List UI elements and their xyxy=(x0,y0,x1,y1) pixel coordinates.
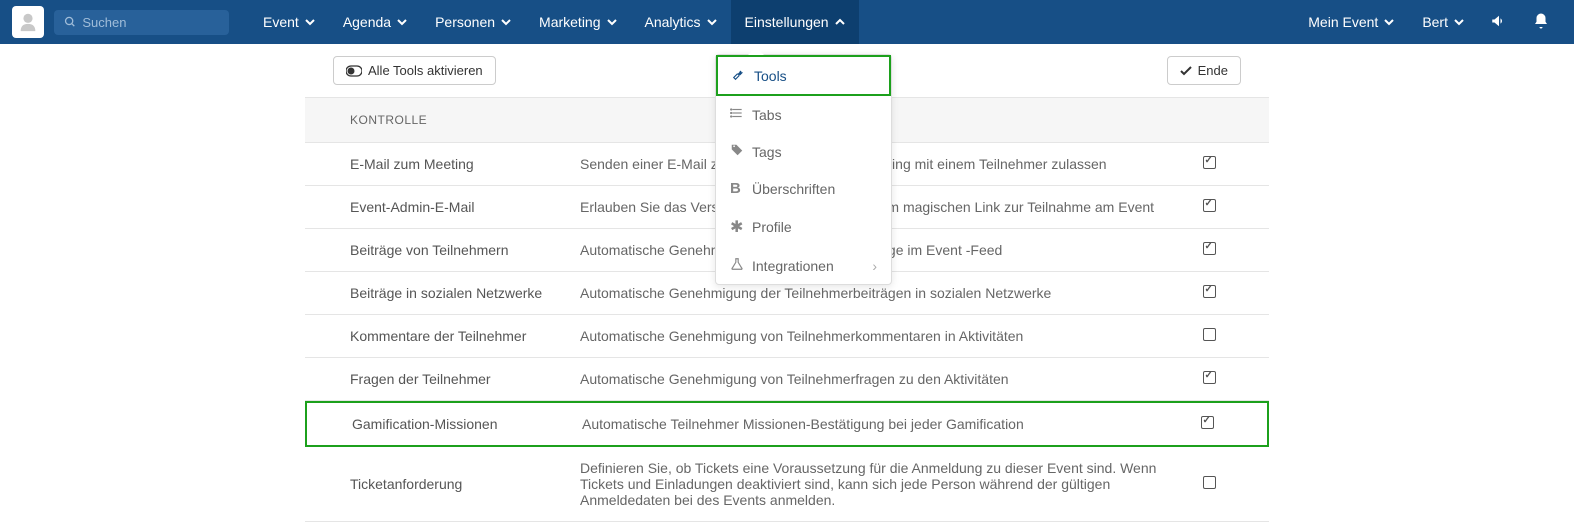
nav-items: Event Agenda Personen Marketing Analytic… xyxy=(249,0,859,44)
nav-marketing[interactable]: Marketing xyxy=(525,0,630,44)
chevron-right-icon: › xyxy=(872,258,877,274)
dropdown-label: Tools xyxy=(754,68,787,84)
row-check[interactable] xyxy=(1194,476,1224,492)
checkbox-checked-icon xyxy=(1203,242,1216,255)
asterisk-icon: ✱ xyxy=(730,217,752,237)
dropdown-label: Integrationen xyxy=(752,258,834,274)
search-icon xyxy=(64,15,76,29)
nav-agenda[interactable]: Agenda xyxy=(329,0,421,44)
row-check[interactable] xyxy=(1194,156,1224,172)
dropdown-item-profile[interactable]: ✱ Profile xyxy=(716,207,891,247)
dropdown-label: Profile xyxy=(752,219,792,235)
row-check[interactable] xyxy=(1194,199,1224,215)
nav-label: Marketing xyxy=(539,14,600,30)
table-row[interactable]: Kommentare der Teilnehmer Automatische G… xyxy=(305,315,1269,358)
row-name: Beiträge in sozialen Netzwerke xyxy=(350,285,580,301)
chevron-down-icon xyxy=(305,17,315,27)
chevron-down-icon xyxy=(607,17,617,27)
row-name: Kommentare der Teilnehmer xyxy=(350,328,580,344)
row-name: Event-Admin-E-Mail xyxy=(350,199,580,215)
row-desc: Definieren Sie, ob Tickets eine Vorausse… xyxy=(580,460,1194,508)
tag-icon xyxy=(730,143,752,160)
table-row-gamification[interactable]: Gamification-Missionen Automatische Teil… xyxy=(305,401,1269,447)
nav-label: Agenda xyxy=(343,14,391,30)
nav-mein-event[interactable]: Mein Event xyxy=(1294,0,1408,44)
chevron-down-icon xyxy=(501,17,511,27)
check-icon xyxy=(1180,65,1192,77)
nav-label: Analytics xyxy=(645,14,701,30)
row-name: Beiträge von Teilnehmern xyxy=(350,242,580,258)
flask-icon xyxy=(730,257,752,274)
row-name: Ticketanforderung xyxy=(350,476,580,492)
row-desc: Automatische Genehmigung von Teilnehmerf… xyxy=(580,371,1194,387)
bold-icon: B xyxy=(730,180,752,197)
app-logo[interactable] xyxy=(12,6,44,38)
dropdown-item-headings[interactable]: B Überschriften xyxy=(716,170,891,207)
nav-label: Event xyxy=(263,14,299,30)
row-desc: Automatische Genehmigung der Teilnehmerb… xyxy=(580,285,1194,301)
activate-all-button[interactable]: Alle Tools aktivieren xyxy=(333,56,496,85)
row-desc: Automatische Genehmigung von Teilnehmerk… xyxy=(580,328,1194,344)
logo-icon xyxy=(17,11,39,33)
search-input[interactable] xyxy=(82,15,219,30)
dropdown-item-tags[interactable]: Tags xyxy=(716,133,891,170)
chevron-down-icon xyxy=(397,17,407,27)
nav-right: Mein Event Bert xyxy=(1294,0,1562,44)
search-box[interactable] xyxy=(54,10,229,35)
nav-label: Einstellungen xyxy=(745,14,829,30)
dropdown-item-tabs[interactable]: Tabs xyxy=(716,96,891,133)
chevron-down-icon xyxy=(707,17,717,27)
bell-icon[interactable] xyxy=(1520,12,1562,33)
dropdown-label: Tabs xyxy=(752,107,782,123)
checkbox-checked-icon xyxy=(1203,371,1216,384)
table-row[interactable]: Ticketanforderung Definieren Sie, ob Tic… xyxy=(305,447,1269,522)
nav-label: Bert xyxy=(1422,14,1448,30)
megaphone-icon[interactable] xyxy=(1478,12,1520,33)
dropdown-item-tools[interactable]: Tools xyxy=(716,55,891,96)
nav-label: Mein Event xyxy=(1308,14,1378,30)
button-label: Alle Tools aktivieren xyxy=(368,63,483,78)
dropdown-item-integrations[interactable]: Integrationen › xyxy=(716,247,891,284)
row-check[interactable] xyxy=(1194,242,1224,258)
content: Alle Tools aktivieren Ende KONTROLLE E-M… xyxy=(0,44,1574,522)
nav-analytics[interactable]: Analytics xyxy=(631,0,731,44)
wrench-icon xyxy=(732,67,754,84)
row-check[interactable] xyxy=(1194,328,1224,344)
nav-einstellungen[interactable]: Einstellungen xyxy=(731,0,859,44)
dropdown-label: Überschriften xyxy=(752,181,835,197)
chevron-down-icon xyxy=(1454,17,1464,27)
section-title: KONTROLLE xyxy=(350,113,427,127)
row-desc: Automatische Teilnehmer Missionen-Bestät… xyxy=(582,416,1192,432)
nav-label: Personen xyxy=(435,14,495,30)
einstellungen-dropdown: Tools Tabs Tags B Überschriften ✱ Profil… xyxy=(715,54,892,285)
chevron-down-icon xyxy=(1384,17,1394,27)
nav-user[interactable]: Bert xyxy=(1408,0,1478,44)
checkbox-checked-icon xyxy=(1201,416,1214,429)
nav-event[interactable]: Event xyxy=(249,0,329,44)
row-check[interactable] xyxy=(1192,416,1222,432)
nav-personen[interactable]: Personen xyxy=(421,0,525,44)
row-check[interactable] xyxy=(1194,285,1224,301)
chevron-up-icon xyxy=(835,17,845,27)
table-row[interactable]: Fragen der Teilnehmer Automatische Geneh… xyxy=(305,358,1269,401)
button-label: Ende xyxy=(1198,63,1228,78)
list-icon xyxy=(730,106,752,123)
row-name: Gamification-Missionen xyxy=(352,416,582,432)
checkbox-checked-icon xyxy=(1203,156,1216,169)
end-button[interactable]: Ende xyxy=(1167,56,1241,85)
dropdown-label: Tags xyxy=(752,144,782,160)
toggle-icon xyxy=(346,65,362,77)
row-name: Fragen der Teilnehmer xyxy=(350,371,580,387)
row-check[interactable] xyxy=(1194,371,1224,387)
checkbox-checked-icon xyxy=(1203,285,1216,298)
navbar: Event Agenda Personen Marketing Analytic… xyxy=(0,0,1574,44)
checkbox-checked-icon xyxy=(1203,199,1216,212)
checkbox-unchecked-icon xyxy=(1203,328,1216,341)
checkbox-unchecked-icon xyxy=(1203,476,1216,489)
row-name: E-Mail zum Meeting xyxy=(350,156,580,172)
